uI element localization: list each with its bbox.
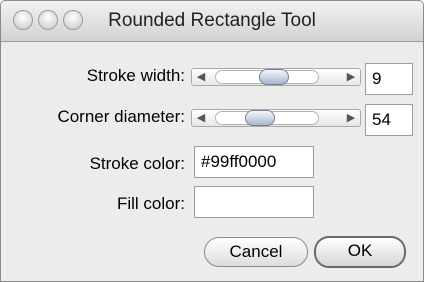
fill-color-label: Fill color: — [116, 194, 185, 213]
window-title: Rounded Rectangle Tool — [108, 10, 316, 31]
ok-button[interactable]: OK — [314, 236, 406, 268]
stroke-color-field[interactable]: #99ff0000 — [194, 146, 314, 178]
stroke-color-label: Stroke color: — [89, 154, 185, 173]
stroke-width-slider-thumb[interactable] — [259, 69, 289, 85]
close-window-button[interactable] — [13, 10, 33, 30]
corner-diameter-label: Corner diameter: — [57, 107, 185, 126]
stroke-width-slider[interactable]: ◀ ▶ — [191, 66, 361, 88]
cancel-button[interactable]: Cancel — [204, 237, 308, 267]
arrow-right-icon[interactable]: ▶ — [343, 69, 359, 85]
arrow-right-icon[interactable]: ▶ — [343, 110, 359, 126]
corner-diameter-slider[interactable]: ◀ ▶ — [191, 107, 361, 129]
stroke-width-label: Stroke width: — [86, 66, 185, 85]
stroke-width-field[interactable]: 9 — [365, 63, 413, 95]
rounded-rectangle-dialog: Rounded Rectangle Tool Stroke width: ◀ ▶… — [0, 0, 424, 282]
fill-color-field[interactable] — [194, 186, 314, 218]
title-bar: Rounded Rectangle Tool — [1, 1, 423, 42]
minimize-window-button[interactable] — [38, 10, 58, 30]
corner-diameter-slider-thumb[interactable] — [245, 110, 275, 126]
corner-diameter-field[interactable]: 54 — [365, 104, 413, 136]
arrow-left-icon[interactable]: ◀ — [193, 110, 209, 126]
zoom-window-button[interactable] — [63, 10, 83, 30]
arrow-left-icon[interactable]: ◀ — [193, 69, 209, 85]
